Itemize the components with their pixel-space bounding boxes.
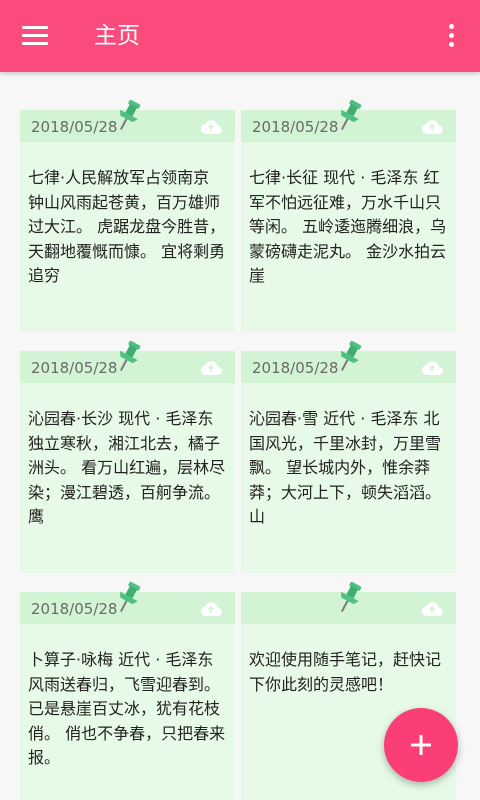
add-note-button[interactable] xyxy=(384,708,458,782)
cloud-upload-icon[interactable] xyxy=(420,361,444,375)
note-text: 卜算子·咏梅 近代 · 毛泽东 风雨送春归，飞雪迎春到。 已是悬崖百丈冰，犹有花… xyxy=(28,650,226,767)
more-vert-icon[interactable] xyxy=(440,22,462,50)
note-card[interactable]: 2018/05/28 七律·长征 现代 · 毛泽东 红军不怕远征难，万水千山只等… xyxy=(241,110,456,332)
cloud-upload-icon[interactable] xyxy=(199,120,223,134)
note-text: 沁园春·长沙 现代 · 毛泽东 独立寒秋，湘江北去，橘子洲头。 看万山红遍，层林… xyxy=(28,409,226,526)
note-text: 七律·长征 现代 · 毛泽东 红军不怕远征难，万水千山只等闲。 五岭逶迤腾细浪，… xyxy=(249,168,447,285)
note-card[interactable]: 2018/05/28 沁园春·雪 近代 · 毛泽东 北国风光，千里冰封，万里雪飘… xyxy=(241,351,456,573)
note-date: 2018/05/28 xyxy=(31,118,118,136)
pushpin-icon xyxy=(341,581,362,612)
app-bar: 主页 xyxy=(0,0,480,72)
plus-icon xyxy=(411,735,431,755)
cloud-upload-icon[interactable] xyxy=(199,361,223,375)
note-date: 2018/05/28 xyxy=(252,118,339,136)
menu-icon[interactable] xyxy=(22,24,48,46)
page-title: 主页 xyxy=(94,23,140,49)
note-card[interactable]: 2018/05/28 沁园春·长沙 现代 · 毛泽东 独立寒秋，湘江北去，橘子洲… xyxy=(20,351,235,573)
pushpin-icon xyxy=(120,581,141,612)
notes-grid: 2018/05/28 七律·人民解放军占领南京 钟山风雨起苍黄，百万雄师过大江。… xyxy=(20,99,460,800)
note-text: 沁园春·雪 近代 · 毛泽东 北国风光，千里冰封，万里雪飘。 望长城内外，惟余莽… xyxy=(249,409,442,526)
pushpin-icon xyxy=(120,340,141,371)
pushpin-icon xyxy=(341,340,362,371)
cloud-upload-icon[interactable] xyxy=(199,602,223,616)
pushpin-icon xyxy=(341,99,362,130)
cloud-upload-icon[interactable] xyxy=(420,120,444,134)
cloud-upload-icon[interactable] xyxy=(420,602,444,616)
note-text: 七律·人民解放军占领南京 钟山风雨起苍黄，百万雄师过大江。 虎踞龙盘今胜昔，天翻… xyxy=(28,168,226,285)
note-card[interactable]: 2018/05/28 卜算子·咏梅 近代 · 毛泽东 风雨送春归，飞雪迎春到。 … xyxy=(20,592,235,800)
note-date: 2018/05/28 xyxy=(31,600,118,618)
note-date: 2018/05/28 xyxy=(31,359,118,377)
pushpin-icon xyxy=(120,99,141,130)
note-card[interactable]: 2018/05/28 七律·人民解放军占领南京 钟山风雨起苍黄，百万雄师过大江。… xyxy=(20,110,235,332)
note-date: 2018/05/28 xyxy=(252,359,339,377)
